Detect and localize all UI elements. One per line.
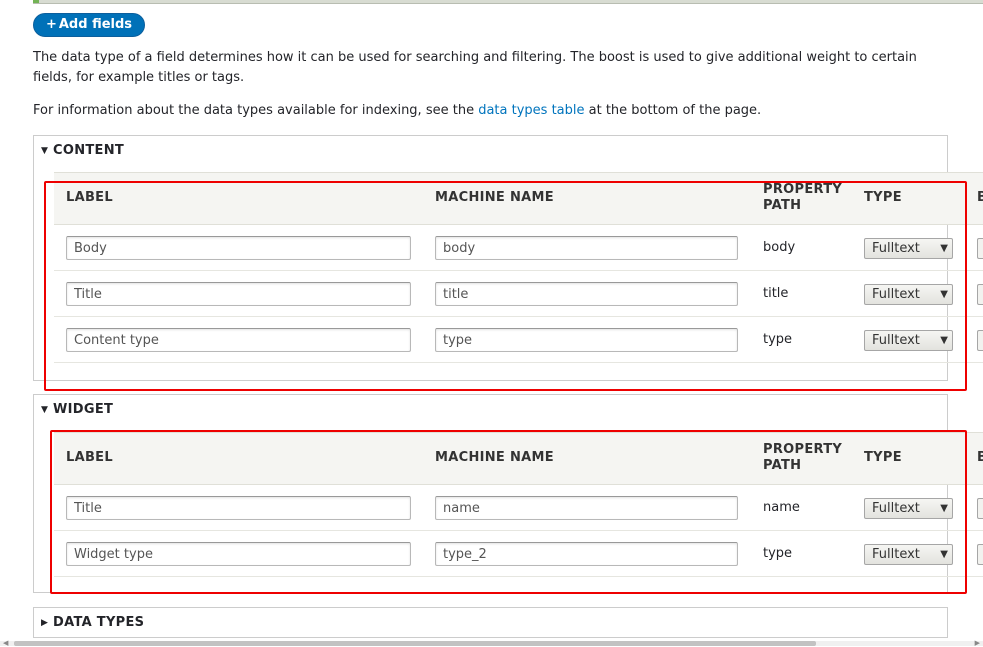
table-header: LABEL MACHINE NAME PROPERTY PATH TYPE B	[54, 432, 983, 485]
triangle-right-icon: ▶	[41, 618, 48, 628]
table-row: title Fulltext ▼	[54, 271, 983, 317]
column-machine-name: MACHINE NAME	[435, 190, 554, 205]
content-section-title: CONTENT	[53, 143, 125, 158]
add-fields-button[interactable]: + Add fields	[33, 13, 145, 37]
info-prefix: For information about the data types ava…	[33, 103, 479, 118]
column-property-path: PROPERTY PATH	[763, 442, 842, 474]
type-select[interactable]: Fulltext ▼	[864, 284, 953, 305]
column-boost: B	[977, 450, 983, 465]
label-input[interactable]	[66, 542, 411, 566]
column-property-path-line1: PROPERTY	[763, 442, 843, 457]
type-select[interactable]: Fulltext ▼	[864, 498, 953, 519]
column-type: TYPE	[864, 190, 902, 205]
type-select-value: Fulltext	[872, 287, 920, 302]
type-select[interactable]: Fulltext ▼	[864, 544, 953, 565]
type-select[interactable]: Fulltext ▼	[864, 330, 953, 351]
fields-description: The data type of a field determines how …	[33, 50, 917, 85]
boost-select[interactable]	[977, 238, 983, 259]
data-types-info: For information about the data types ava…	[33, 101, 938, 121]
data-types-section: ▶ DATA TYPES	[33, 607, 948, 638]
triangle-down-icon: ▼	[41, 146, 48, 156]
table-row: name Fulltext ▼	[54, 485, 983, 531]
column-label: LABEL	[66, 450, 113, 465]
data-types-section-title: DATA TYPES	[53, 615, 145, 630]
table-row: type Fulltext ▼	[54, 317, 983, 363]
property-path: type	[763, 546, 793, 561]
plus-icon: +	[45, 17, 57, 32]
table-row: body Fulltext ▼	[54, 225, 983, 271]
content-section-toggle[interactable]: ▼ CONTENT	[41, 143, 124, 159]
machine-name-input[interactable]	[435, 328, 738, 352]
widget-section-toggle[interactable]: ▼ WIDGET	[41, 402, 113, 418]
property-path: name	[763, 500, 800, 515]
column-property-path-line2: PATH	[763, 198, 802, 213]
type-select-value: Fulltext	[872, 501, 920, 516]
column-type: TYPE	[864, 450, 902, 465]
machine-name-input[interactable]	[435, 496, 738, 520]
type-select[interactable]: Fulltext ▼	[864, 238, 953, 259]
property-path: body	[763, 240, 796, 255]
label-input[interactable]	[66, 282, 411, 306]
label-input[interactable]	[66, 496, 411, 520]
boost-select[interactable]	[977, 284, 983, 305]
label-input[interactable]	[66, 328, 411, 352]
add-fields-label: Add fields	[58, 17, 133, 32]
table-row: type Fulltext ▼	[54, 531, 983, 577]
boost-select[interactable]	[977, 498, 983, 519]
column-label: LABEL	[66, 190, 113, 205]
chevron-down-icon: ▼	[940, 289, 948, 300]
column-property-path-line2: PATH	[763, 458, 802, 473]
type-select-value: Fulltext	[872, 241, 920, 256]
widget-section-title: WIDGET	[53, 402, 114, 417]
status-accent	[33, 0, 39, 3]
chevron-down-icon: ▼	[940, 335, 948, 346]
type-select-value: Fulltext	[872, 547, 920, 562]
triangle-down-icon: ▼	[41, 405, 48, 415]
data-types-table-link[interactable]: data types table	[478, 103, 584, 118]
column-machine-name: MACHINE NAME	[435, 450, 554, 465]
boost-select[interactable]	[977, 544, 983, 565]
info-suffix: at the bottom of the page.	[584, 103, 762, 118]
data-types-section-toggle[interactable]: ▶ DATA TYPES	[41, 615, 144, 631]
property-path: title	[763, 286, 789, 301]
machine-name-input[interactable]	[435, 236, 738, 260]
property-path: type	[763, 332, 793, 347]
column-property-path-line1: PROPERTY	[763, 182, 843, 197]
label-input[interactable]	[66, 236, 411, 260]
content-section: ▼ CONTENT LABEL MACHINE NAME PROPERTY PATH…	[33, 135, 983, 381]
table-header: LABEL MACHINE NAME PROPERTY PATH TYPE B	[54, 172, 983, 225]
chevron-down-icon: ▼	[940, 549, 948, 560]
machine-name-input[interactable]	[435, 282, 738, 306]
widget-section: ▼ WIDGET LABEL MACHINE NAME PROPERTY PATH …	[33, 394, 983, 593]
column-property-path: PROPERTY PATH	[763, 182, 842, 214]
machine-name-input[interactable]	[435, 542, 738, 566]
boost-select[interactable]	[977, 330, 983, 351]
horizontal-scrollbar[interactable]: ◀ ▶	[0, 639, 983, 647]
type-select-value: Fulltext	[872, 333, 920, 348]
chevron-down-icon: ▼	[940, 243, 948, 254]
chevron-down-icon: ▼	[940, 503, 948, 514]
scrollbar-thumb[interactable]	[14, 641, 816, 646]
status-bar	[33, 0, 983, 4]
column-boost: B	[977, 190, 983, 205]
